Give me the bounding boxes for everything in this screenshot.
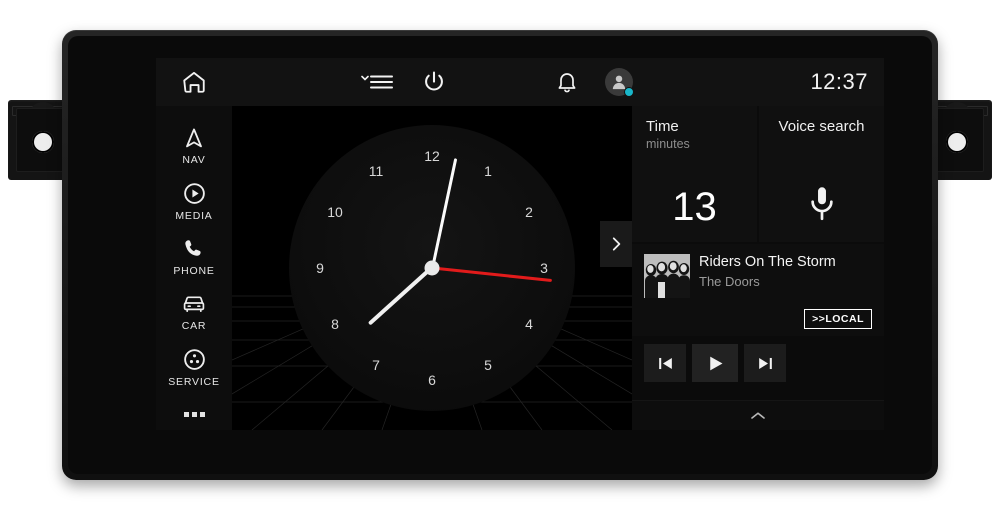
time-widget-value: 13 xyxy=(672,185,717,229)
clock-stage: 12 1 2 3 4 5 6 7 8 9 10 11 xyxy=(232,106,632,430)
service-circle-icon xyxy=(182,347,207,372)
car-front-icon xyxy=(181,292,207,316)
play-circle-icon xyxy=(182,181,207,206)
now-playing-row: Riders On The Storm The Doors xyxy=(644,254,872,298)
track-title: Riders On The Storm xyxy=(699,255,836,270)
sidebar-item-car[interactable]: CAR xyxy=(156,285,232,341)
power-button[interactable] xyxy=(421,69,447,95)
status-bar: 12:37 xyxy=(156,58,884,106)
sidebar-item-label: CAR xyxy=(181,320,207,333)
right-panel: Time minutes 13 Voice search Riders On T… xyxy=(632,106,884,430)
bracket-hole xyxy=(946,130,968,153)
menu-button[interactable] xyxy=(361,70,395,94)
time-widget-subtitle: minutes xyxy=(646,137,690,151)
status-bar-right: 12:37 xyxy=(802,69,884,95)
clock-numeral: 2 xyxy=(525,204,533,220)
now-playing-card[interactable]: Riders On The Storm The Doors >>LOCAL xyxy=(632,244,884,336)
clock-numeral: 12 xyxy=(424,148,440,164)
clock-numeral: 7 xyxy=(372,356,380,373)
status-bar-center xyxy=(192,68,802,97)
clock-numeral: 8 xyxy=(331,316,339,332)
source-badge[interactable]: >>LOCAL xyxy=(804,309,872,329)
status-bar-time: 12:37 xyxy=(810,69,868,94)
playback-controls xyxy=(632,336,884,382)
clock-numeral: 10 xyxy=(327,204,343,220)
status-dot xyxy=(624,87,634,97)
clock-numeral: 1 xyxy=(484,163,492,179)
sidebar: NAV MEDIA PHONE CAR SERVICE xyxy=(156,106,232,430)
clock-numeral: 3 xyxy=(540,260,548,276)
time-widget[interactable]: Time minutes 13 xyxy=(632,106,757,242)
sidebar-item-media[interactable]: MEDIA xyxy=(156,174,232,230)
sidebar-item-service[interactable]: SERVICE xyxy=(156,340,232,396)
sidebar-item-phone[interactable]: PHONE xyxy=(156,229,232,285)
sidebar-item-label: NAV xyxy=(182,153,206,166)
skip-next-icon xyxy=(756,354,775,373)
time-widget-title: Time xyxy=(646,118,679,135)
clock-numeral: 9 xyxy=(316,260,324,276)
clock-hour-hand xyxy=(368,266,434,326)
phone-handset-icon xyxy=(182,237,206,261)
clock-numeral: 4 xyxy=(525,316,533,332)
clock-minute-hand xyxy=(430,158,457,269)
microphone-button[interactable] xyxy=(759,184,884,224)
chevron-right-icon xyxy=(607,235,625,253)
skip-previous-icon xyxy=(656,354,675,373)
dot xyxy=(183,412,189,418)
now-playing-text: Riders On The Storm The Doors xyxy=(699,254,836,289)
notification-button[interactable] xyxy=(555,70,579,94)
play-icon xyxy=(705,353,726,374)
dot xyxy=(199,412,205,418)
previous-track-button[interactable] xyxy=(644,344,686,382)
screen: 12:37 NAV MEDIA PHONE CAR SERVICE 12 1 2… xyxy=(156,58,884,430)
dot xyxy=(191,412,197,418)
clock-numeral: 11 xyxy=(368,163,384,179)
navigation-arrow-icon xyxy=(182,126,206,150)
drawer-handle[interactable] xyxy=(632,400,884,430)
sidebar-item-label: SERVICE xyxy=(168,376,220,389)
track-artist: The Doors xyxy=(699,273,760,289)
sidebar-more-button[interactable] xyxy=(156,400,232,430)
widget-row: Time minutes 13 Voice search xyxy=(632,106,884,242)
next-track-button[interactable] xyxy=(744,344,786,382)
bracket-hole xyxy=(32,130,54,153)
voice-search-widget[interactable]: Voice search xyxy=(759,106,884,242)
sidebar-item-nav[interactable]: NAV xyxy=(156,118,232,174)
album-art-thumbnail xyxy=(644,254,690,298)
chevron-up-icon xyxy=(749,410,767,422)
expand-panel-button[interactable] xyxy=(600,221,632,267)
clock-center-cap xyxy=(424,260,440,276)
head-unit-device: 12:37 NAV MEDIA PHONE CAR SERVICE 12 1 2… xyxy=(0,0,1000,507)
play-button[interactable] xyxy=(692,344,738,382)
microphone-icon xyxy=(805,184,839,224)
sidebar-item-label: PHONE xyxy=(173,264,215,277)
sidebar-item-label: MEDIA xyxy=(175,209,213,222)
clock-second-hand xyxy=(431,266,552,283)
avatar[interactable] xyxy=(605,68,634,97)
clock-numeral: 6 xyxy=(428,372,436,388)
voice-search-title: Voice search xyxy=(778,118,865,135)
clock-numeral: 5 xyxy=(484,356,492,373)
analog-clock: 12 1 2 3 4 5 6 7 8 9 10 11 xyxy=(289,125,575,411)
